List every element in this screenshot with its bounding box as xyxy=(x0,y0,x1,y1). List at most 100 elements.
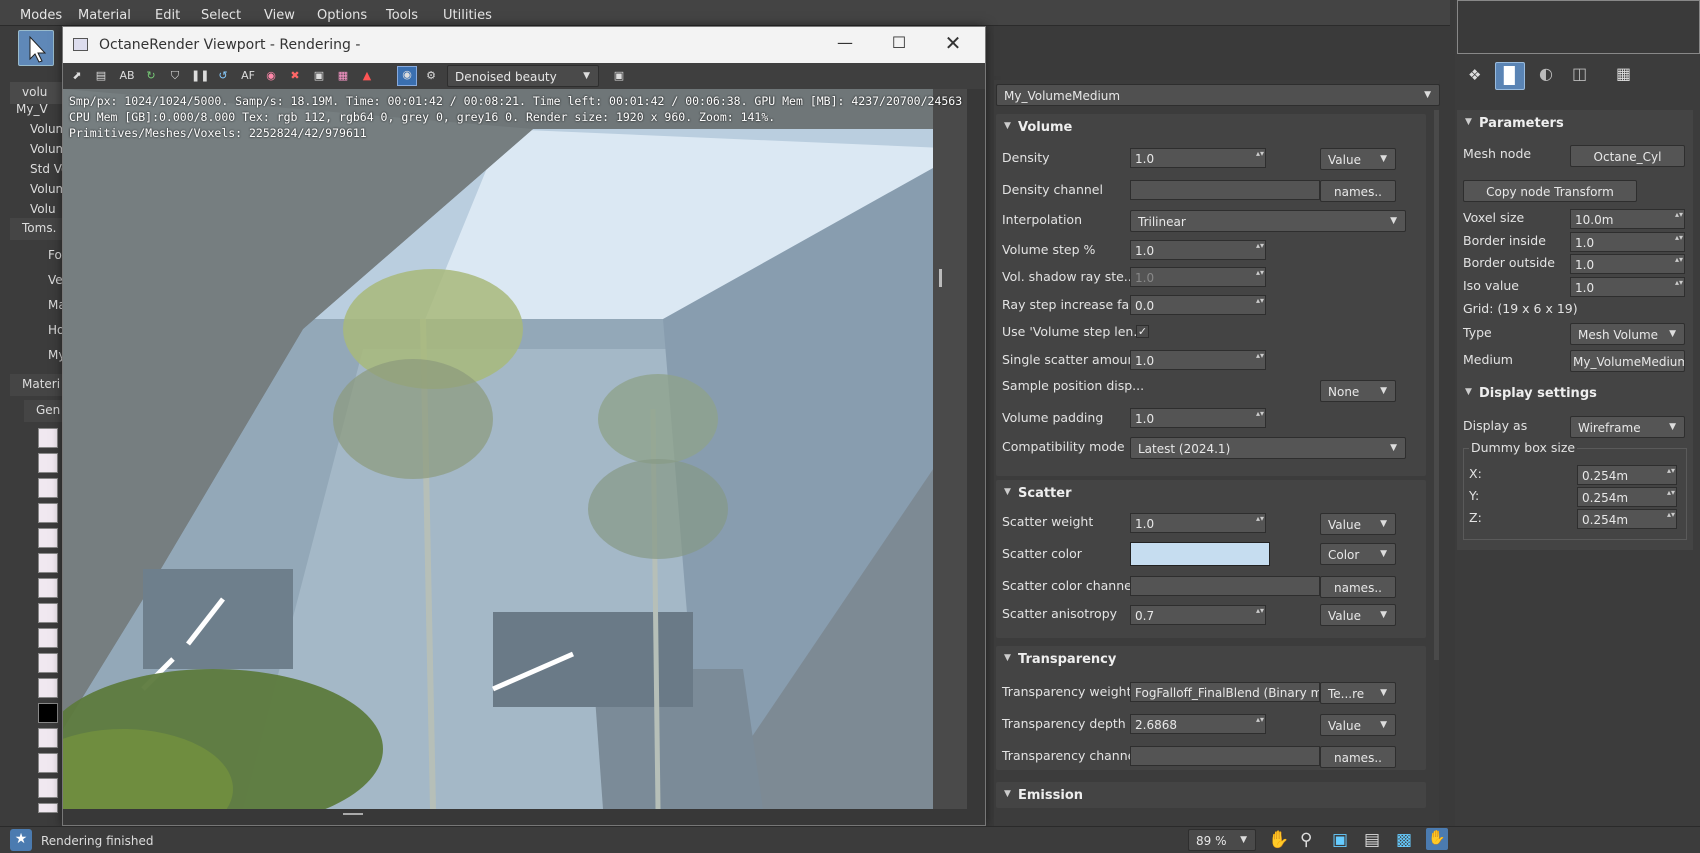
clear-icon[interactable]: ✖ xyxy=(287,68,303,84)
settings-gear-icon[interactable]: ⚙ xyxy=(423,68,439,84)
material-thumbnail[interactable] xyxy=(38,728,58,748)
image-icon[interactable]: ▣ xyxy=(611,68,627,84)
emission-section-header[interactable]: Emission xyxy=(996,782,1426,806)
tree-header[interactable]: volu xyxy=(10,82,66,104)
volume-section-header[interactable]: Volume xyxy=(996,114,1426,138)
pin-icon[interactable]: ❖ xyxy=(1468,66,1486,84)
parameters-header[interactable]: Parameters xyxy=(1457,110,1693,134)
menu-modes[interactable]: Modes xyxy=(20,8,62,23)
scatter-weight-mode-dropdown[interactable]: Value xyxy=(1320,513,1396,535)
menu-edit[interactable]: Edit xyxy=(155,8,180,23)
mesh-node-button[interactable]: Octane_Cyl xyxy=(1570,145,1685,167)
transparency-weight-input[interactable]: FogFalloff_FinalBlend (Binary ma xyxy=(1130,682,1320,702)
menu-tools[interactable]: Tools xyxy=(386,8,418,23)
vol-shadow-input[interactable]: 1.0 xyxy=(1130,267,1266,287)
material-thumbnail[interactable] xyxy=(38,678,58,698)
material-thumbnail[interactable] xyxy=(38,603,58,623)
frame-selected-icon[interactable]: ▩ xyxy=(1396,830,1412,850)
export-icon[interactable]: ⬈ xyxy=(69,68,85,84)
transparency-section-header[interactable]: Transparency xyxy=(996,646,1426,670)
clipboard-icon[interactable]: ▤ xyxy=(93,68,109,84)
scatter-aniso-mode-dropdown[interactable]: Value xyxy=(1320,604,1396,626)
zoom-region-icon[interactable]: ▣ xyxy=(1332,830,1348,850)
picker-icon[interactable]: ▲ xyxy=(359,68,375,84)
scatter-names-button[interactable]: names.. xyxy=(1320,576,1396,598)
density-names-button[interactable]: names.. xyxy=(1320,180,1396,202)
render-image[interactable]: Smp/px: 1024/1024/5000. Samp/s: 18.19M. … xyxy=(63,89,967,809)
menu-utilities[interactable]: Utilities xyxy=(443,8,492,23)
transparency-names-button[interactable]: names.. xyxy=(1320,746,1396,768)
transparency-depth-mode-dropdown[interactable]: Value xyxy=(1320,714,1396,736)
material-thumbnail[interactable] xyxy=(38,753,58,773)
pan-active-icon[interactable]: ✋ xyxy=(1426,828,1448,850)
close-button[interactable]: ✕ xyxy=(941,31,965,55)
scatter-section-header[interactable]: Scatter xyxy=(996,480,1426,504)
transparency-channel-input[interactable] xyxy=(1130,746,1320,766)
scatter-aniso-input[interactable]: 0.7 xyxy=(1130,605,1266,625)
region-icon[interactable]: ▣ xyxy=(311,68,327,84)
maximize-button[interactable]: ☐ xyxy=(887,33,911,57)
frame-icon[interactable]: ▤ xyxy=(1364,830,1380,850)
border-inside-input[interactable]: 1.0 xyxy=(1570,232,1685,252)
medium-name-dropdown[interactable]: My_VolumeMedium xyxy=(996,84,1440,106)
density-channel-input[interactable] xyxy=(1130,180,1320,200)
trash-icon[interactable]: ◫ xyxy=(1572,64,1596,88)
scatter-color-channel-input[interactable] xyxy=(1130,576,1320,596)
ab-compare-icon[interactable]: AB xyxy=(117,68,137,84)
iso-value-input[interactable]: 1.0 xyxy=(1570,277,1685,297)
z-input[interactable]: 0.254m xyxy=(1577,509,1677,529)
volume-padding-input[interactable]: 1.0 xyxy=(1130,408,1266,428)
material-thumbnail[interactable] xyxy=(38,453,58,473)
material-thumbnail[interactable] xyxy=(38,578,58,598)
unique-icon[interactable]: ◐ xyxy=(1539,64,1563,88)
display-settings-header[interactable]: Display settings xyxy=(1457,380,1693,404)
sample-pos-dropdown[interactable]: None xyxy=(1320,380,1396,402)
scatter-weight-input[interactable]: 1.0 xyxy=(1130,513,1266,533)
toms-section-header[interactable]: Toms. xyxy=(10,218,66,240)
camera-icon[interactable]: ◉ xyxy=(397,66,417,86)
zoom-icon[interactable]: ⚲ xyxy=(1300,830,1312,850)
autofocus-icon[interactable]: AF xyxy=(239,68,257,84)
border-outside-input[interactable]: 1.0 xyxy=(1570,254,1685,274)
resize-grip-icon[interactable] xyxy=(343,813,363,815)
menu-view[interactable]: View xyxy=(264,8,295,23)
material-section-header[interactable]: Materi xyxy=(10,374,66,396)
lock-icon[interactable]: ⛉ xyxy=(167,68,183,84)
density-mode-dropdown[interactable]: Value xyxy=(1320,148,1396,170)
material-thumbnail[interactable] xyxy=(38,478,58,498)
interpolation-dropdown[interactable]: Trilinear xyxy=(1130,210,1406,232)
panel-scrollbar[interactable] xyxy=(1434,110,1439,660)
restart-icon[interactable]: ↺ xyxy=(215,68,231,84)
film-icon[interactable]: ▦ xyxy=(335,68,351,84)
select-tool-button[interactable] xyxy=(18,30,54,66)
render-status-icon[interactable]: ★ xyxy=(10,829,32,851)
display-as-dropdown[interactable]: Wireframe xyxy=(1570,416,1685,438)
general-subsection-header[interactable]: Gen xyxy=(24,400,66,422)
scatter-color-swatch[interactable] xyxy=(1130,542,1270,566)
compat-dropdown[interactable]: Latest (2024.1) xyxy=(1130,437,1406,459)
pan-hand-icon[interactable]: ✋ xyxy=(1268,830,1289,850)
transparency-depth-input[interactable]: 2.6868 xyxy=(1130,714,1266,734)
scatter-color-mode-dropdown[interactable]: Color xyxy=(1320,543,1396,565)
voxel-size-input[interactable]: 10.0m xyxy=(1570,209,1685,229)
material-thumbnail[interactable] xyxy=(38,803,58,813)
material-thumbnail[interactable] xyxy=(38,503,58,523)
material-thumbnail[interactable] xyxy=(38,778,58,798)
x-input[interactable]: 0.254m xyxy=(1577,465,1677,485)
material-thumbnail[interactable] xyxy=(38,653,58,673)
use-volume-step-checkbox[interactable]: ✓ xyxy=(1136,325,1149,338)
refresh-icon[interactable]: ↻ xyxy=(143,68,159,84)
type-dropdown[interactable]: Mesh Volume xyxy=(1570,323,1685,345)
menu-options[interactable]: Options xyxy=(317,8,367,23)
volume-step-input[interactable]: 1.0 xyxy=(1130,240,1266,260)
menu-material[interactable]: Material xyxy=(78,8,131,23)
modifier-stack-icon[interactable]: ▉ xyxy=(1495,62,1525,90)
copy-node-transform-button[interactable]: Copy node Transform xyxy=(1463,180,1637,202)
menu-select[interactable]: Select xyxy=(201,8,241,23)
color-wheel-icon[interactable]: ◉ xyxy=(263,68,279,84)
render-pass-dropdown[interactable]: Denoised beauty xyxy=(447,65,599,87)
transparency-weight-mode-dropdown[interactable]: Te...re xyxy=(1320,682,1396,704)
material-thumbnail[interactable] xyxy=(38,628,58,648)
material-thumbnail[interactable] xyxy=(38,703,58,723)
minimize-button[interactable]: — xyxy=(833,33,857,57)
